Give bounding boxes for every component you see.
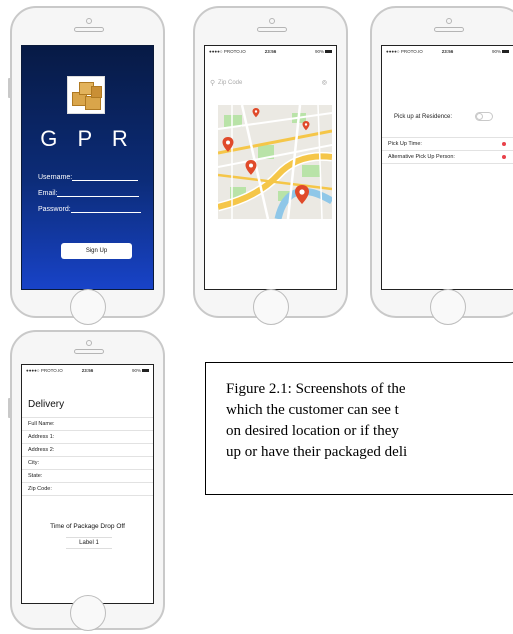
camera-dot bbox=[86, 340, 92, 346]
residence-label: Pick up at Residence: bbox=[394, 114, 453, 120]
locate-icon[interactable]: ◎ bbox=[322, 79, 327, 86]
speaker-grille bbox=[74, 27, 104, 32]
map-view[interactable] bbox=[218, 105, 332, 219]
map-screen: ●●●●○ PROTO.IO 23:56 90% ⚲ Zip Code ◎ bbox=[204, 45, 337, 290]
home-button[interactable] bbox=[70, 289, 106, 325]
speaker-grille bbox=[434, 27, 464, 32]
pickup-screen: ●●●●○ PROTO.IO 23:56 90% Pick up at Resi… bbox=[381, 45, 513, 290]
caption-line: Figure 2.1: Screenshots of the bbox=[226, 381, 406, 397]
pickup-time-indicator bbox=[502, 142, 506, 146]
caption-line: up or have their packaged deli bbox=[226, 444, 408, 460]
address2-field[interactable]: Address 2: bbox=[22, 443, 153, 457]
home-button[interactable] bbox=[430, 289, 466, 325]
address1-field[interactable]: Address 1: bbox=[22, 430, 153, 444]
map-graphic bbox=[218, 105, 332, 219]
status-bar: ●●●●○ PROTO.IO 23:56 90% bbox=[205, 46, 336, 58]
camera-dot bbox=[86, 18, 92, 24]
zip-code-field[interactable]: Zip Code: bbox=[22, 482, 153, 496]
username-field[interactable]: Username: bbox=[38, 173, 139, 181]
side-button bbox=[8, 398, 11, 418]
city-field[interactable]: City: bbox=[22, 456, 153, 470]
residence-toggle[interactable] bbox=[475, 112, 493, 121]
password-field[interactable]: Password: bbox=[38, 205, 141, 213]
signup-button[interactable]: Sign Up bbox=[61, 243, 132, 259]
state-field[interactable]: State: bbox=[22, 469, 153, 483]
dropoff-title: Time of Package Drop Off bbox=[50, 523, 125, 530]
speaker-grille bbox=[257, 27, 287, 32]
full-name-field[interactable]: Full Name: bbox=[22, 417, 153, 431]
dropoff-picker[interactable]: Label 1 bbox=[66, 537, 112, 549]
signup-screen: G P R Username: Email: Password: Sign Up bbox=[21, 45, 154, 290]
alt-person-indicator bbox=[502, 155, 506, 159]
figure-caption: Figure 2.1: Screenshots of the which the… bbox=[205, 362, 513, 495]
alt-person-row[interactable]: Alternative Pick Up Person: bbox=[388, 154, 455, 160]
status-bar: ●●●●○ PROTO.IO 23:56 90% bbox=[22, 365, 153, 377]
app-title: G P R bbox=[40, 126, 135, 151]
phone-map: ●●●●○ PROTO.IO 23:56 90% ⚲ Zip Code ◎ bbox=[193, 6, 348, 325]
email-label: Email: bbox=[38, 190, 58, 197]
home-button[interactable] bbox=[253, 289, 289, 325]
delivery-screen: ●●●●○ PROTO.IO 23:56 90% Delivery Full N… bbox=[21, 364, 154, 604]
phone-signup: G P R Username: Email: Password: Sign Up bbox=[8, 6, 165, 325]
boxes-logo bbox=[67, 76, 105, 114]
phone-delivery: ●●●●○ PROTO.IO 23:56 90% Delivery Full N… bbox=[8, 330, 165, 631]
status-bar: ●●●●○ PROTO.IO 23:56 90% bbox=[382, 46, 513, 58]
search-icon: ⚲ bbox=[210, 80, 216, 87]
home-button[interactable] bbox=[70, 595, 106, 631]
zip-placeholder: Zip Code bbox=[218, 80, 243, 86]
caption-line: which the customer can see t bbox=[226, 402, 399, 418]
camera-dot bbox=[269, 18, 275, 24]
side-button bbox=[8, 78, 11, 98]
password-label: Password: bbox=[38, 206, 71, 213]
camera-dot bbox=[446, 18, 452, 24]
username-label: Username: bbox=[38, 174, 73, 181]
caption-line: on desired location or if they bbox=[226, 423, 399, 439]
email-field[interactable]: Email: bbox=[38, 189, 140, 197]
pickup-time-row[interactable]: Pick Up Time: bbox=[388, 141, 422, 147]
phone-pickup: ●●●●○ PROTO.IO 23:56 90% Pick up at Resi… bbox=[370, 6, 513, 325]
zip-search[interactable]: ⚲ Zip Code ◎ bbox=[205, 78, 336, 90]
page-title: Delivery bbox=[28, 399, 65, 410]
speaker-grille bbox=[74, 349, 104, 354]
